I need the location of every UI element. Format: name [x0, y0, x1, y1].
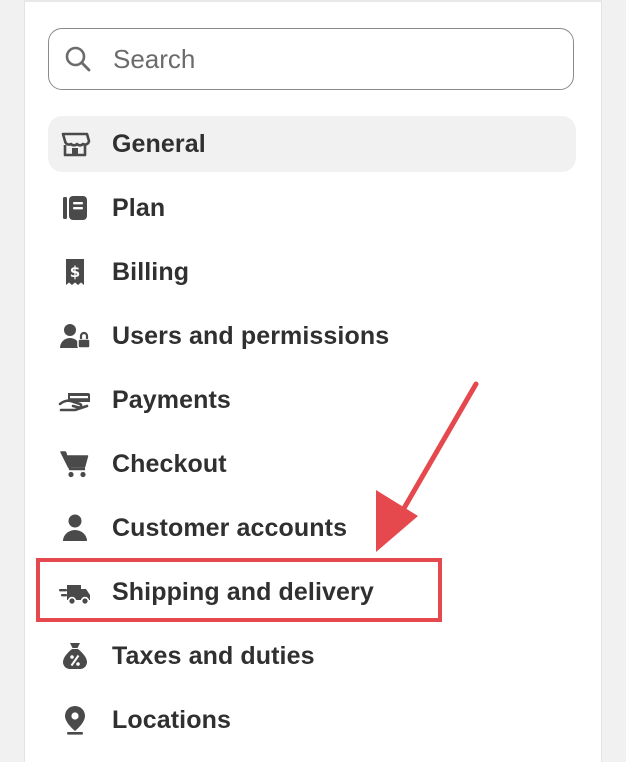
search-input[interactable]	[113, 43, 533, 75]
nav-label-shipping-and-delivery: Shipping and delivery	[112, 577, 374, 606]
nav-label-locations: Locations	[112, 705, 231, 734]
nav-item-customer-accounts[interactable]: Customer accounts	[48, 500, 576, 556]
nav-label-billing: Billing	[112, 257, 190, 286]
person-icon	[58, 511, 92, 545]
svg-text:$: $	[70, 263, 80, 281]
nav-item-billing[interactable]: $ Billing	[48, 244, 576, 300]
nav-label-customer-accounts: Customer accounts	[112, 513, 348, 542]
users-lock-icon	[58, 319, 92, 353]
nav-label-general: General	[112, 129, 206, 158]
nav-item-checkout[interactable]: Checkout	[48, 436, 576, 492]
nav-label-checkout: Checkout	[112, 449, 227, 478]
tax-bag-icon	[58, 639, 92, 673]
nav-label-users-and-permissions: Users and permissions	[112, 321, 390, 350]
billing-receipt-icon: $	[58, 255, 92, 289]
payments-hand-card-icon	[58, 383, 92, 417]
nav-label-plan: Plan	[112, 193, 166, 222]
delivery-truck-icon	[58, 575, 92, 609]
nav-item-taxes-and-duties[interactable]: Taxes and duties	[48, 628, 576, 684]
plan-icon	[58, 191, 92, 225]
nav-item-users-and-permissions[interactable]: Users and permissions	[48, 308, 576, 364]
location-pin-icon	[58, 703, 92, 737]
nav-item-plan[interactable]: Plan	[48, 180, 576, 236]
nav-item-payments[interactable]: Payments	[48, 372, 576, 428]
search-box[interactable]	[48, 28, 574, 90]
store-icon	[58, 127, 92, 161]
cart-icon	[58, 447, 92, 481]
nav-item-general[interactable]: General	[48, 116, 576, 172]
nav-item-shipping-and-delivery[interactable]: Shipping and delivery	[48, 564, 576, 620]
search-icon	[63, 44, 93, 74]
settings-nav: General Plan $ Billing Users and permiss…	[48, 116, 576, 756]
nav-label-taxes-and-duties: Taxes and duties	[112, 641, 315, 670]
nav-label-payments: Payments	[112, 385, 231, 414]
nav-item-locations[interactable]: Locations	[48, 692, 576, 748]
